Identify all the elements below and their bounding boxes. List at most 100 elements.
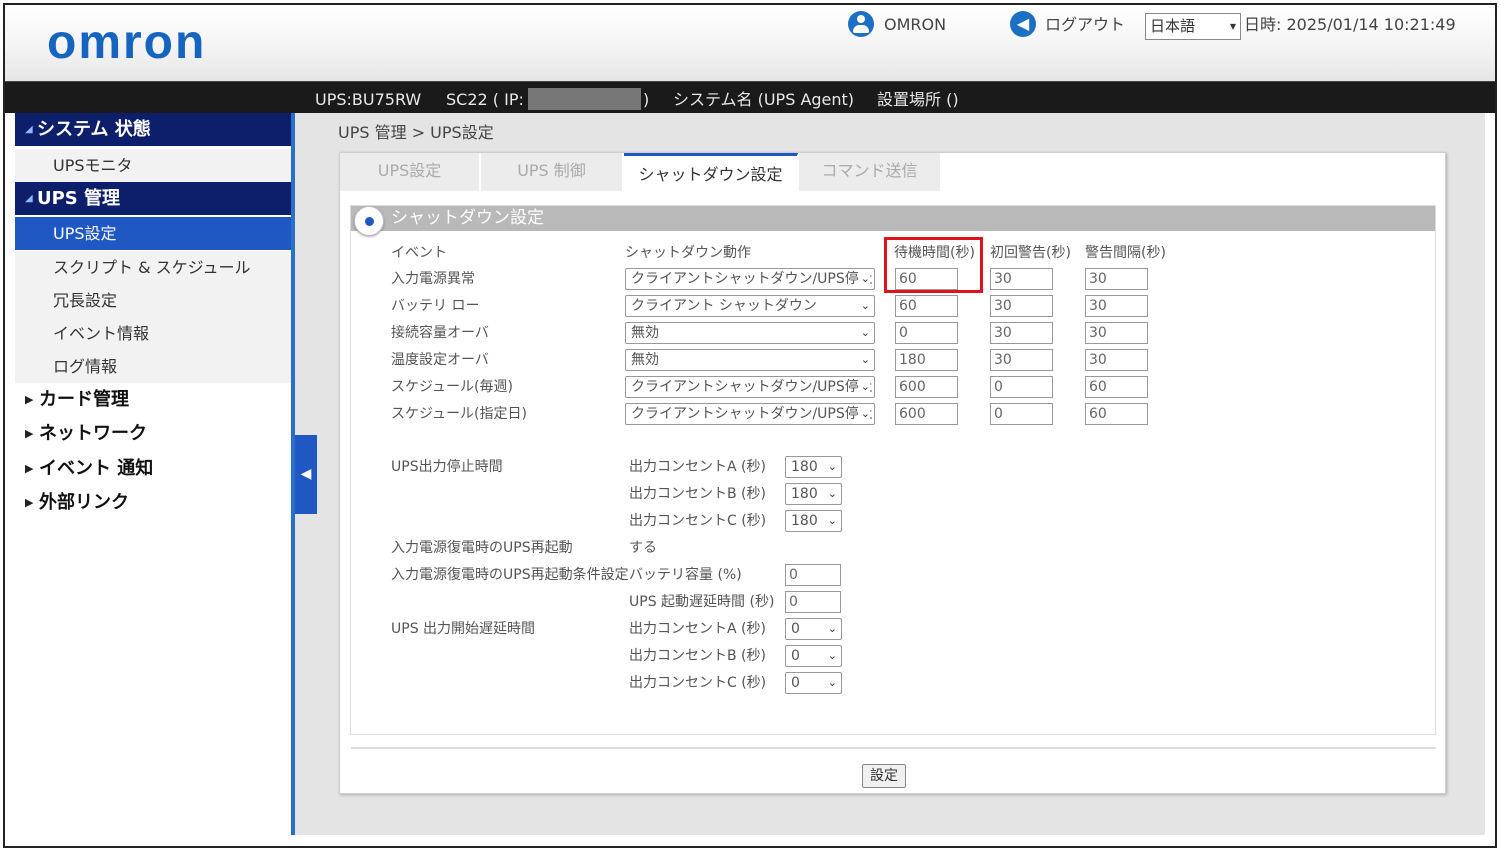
output-stop-outlet-b-select[interactable]: 180 ⌄ xyxy=(785,483,842,505)
event-label: 接続容量オーバ xyxy=(391,325,489,341)
battery-capacity-input[interactable]: 0 xyxy=(785,564,841,586)
wait-time-input[interactable]: 600 xyxy=(895,376,958,398)
event-label: 入力電源異常 xyxy=(391,271,475,287)
triangle-expanded-icon: ◢ xyxy=(25,124,33,135)
output-start-delay-label: UPS 出力開始遅延時間 xyxy=(391,621,536,637)
collapse-sidebar-button[interactable]: ◀ xyxy=(295,435,317,514)
first-warning-input[interactable]: 0 xyxy=(990,376,1053,398)
first-warning-input[interactable]: 30 xyxy=(990,349,1053,371)
warning-interval-input[interactable]: 30 xyxy=(1085,295,1148,317)
divider xyxy=(351,747,1436,749)
nav-card-management[interactable]: ▶ カード管理 xyxy=(15,383,291,416)
logout-link[interactable]: ログアウト xyxy=(1045,13,1125,37)
output-stop-outlet-a-select[interactable]: 180 ⌄ xyxy=(785,456,842,478)
warning-interval-input[interactable]: 30 xyxy=(1085,349,1148,371)
logout-icon[interactable]: ◀ xyxy=(1010,11,1036,37)
shutdown-action-select[interactable]: クライアントシャットダウン/UPS停止 ⌄ xyxy=(625,376,875,398)
ups-model: UPS:BU75RW xyxy=(315,90,422,109)
chevron-down-icon: ⌄ xyxy=(825,511,837,531)
sidebar-item-ups-settings[interactable]: UPS設定 xyxy=(15,217,291,250)
outlet-c-label: 出力コンセントC (秒) xyxy=(629,675,767,691)
outlet-a-label: 出力コンセントA (秒) xyxy=(629,459,766,475)
warning-interval-input[interactable]: 30 xyxy=(1085,322,1148,344)
wait-time-input[interactable]: 0 xyxy=(895,322,958,344)
tab-ups-settings[interactable]: UPS設定 xyxy=(340,153,480,191)
triangle-collapsed-icon: ▶ xyxy=(25,462,34,475)
wait-time-input[interactable]: 60 xyxy=(895,295,958,317)
language-value: 日本語 xyxy=(1150,17,1196,35)
warning-interval-input[interactable]: 30 xyxy=(1085,268,1148,290)
shutdown-action-select[interactable]: クライアントシャットダウン/UPS停止 ⌄ xyxy=(625,403,875,425)
chevron-down-icon: ⌄ xyxy=(858,269,870,289)
shutdown-action-select[interactable]: 無効 ⌄ xyxy=(625,349,875,371)
shutdown-action-select[interactable]: クライアントシャットダウン/UPS停止 ⌄ xyxy=(625,268,875,290)
ip-redaction xyxy=(528,88,641,110)
sidebar-item-redundancy[interactable]: 冗長設定 xyxy=(15,284,291,317)
startup-delay-label: UPS 起動遅延時間 (秒) xyxy=(629,594,775,610)
chevron-down-icon: ⌄ xyxy=(858,323,870,343)
start-delay-outlet-c-select[interactable]: 0 ⌄ xyxy=(785,672,842,694)
datetime: 日時: 2025/01/14 10:21:49 xyxy=(1244,15,1456,34)
warning-interval-input[interactable]: 60 xyxy=(1085,403,1148,425)
sidebar-item-script-schedule[interactable]: スクリプト & スケジュール xyxy=(15,251,291,284)
warning-interval-input[interactable]: 60 xyxy=(1085,376,1148,398)
bottom-margin xyxy=(5,835,1495,846)
first-warning-input[interactable]: 0 xyxy=(990,403,1053,425)
wait-time-input[interactable]: 180 xyxy=(895,349,958,371)
start-delay-outlet-b-select[interactable]: 0 ⌄ xyxy=(785,645,842,667)
sidebar-item-ups-monitor[interactable]: UPSモニタ xyxy=(15,149,291,182)
chevron-down-icon: ⌄ xyxy=(858,377,870,397)
section-title: シャットダウン設定 xyxy=(351,206,1435,231)
chevron-down-icon: ▾ xyxy=(1229,19,1236,33)
shutdown-action-select[interactable]: 無効 ⌄ xyxy=(625,322,875,344)
wait-time-input[interactable]: 600 xyxy=(895,403,958,425)
first-warning-input[interactable]: 30 xyxy=(990,268,1053,290)
output-stop-outlet-c-select[interactable]: 180 ⌄ xyxy=(785,510,842,532)
tab-send-command[interactable]: コマンド送信 xyxy=(799,153,941,191)
info-bar: UPS:BU75RW SC22 ( IP: ) システム名 (UPS Agent… xyxy=(5,81,1495,113)
tab-shutdown-settings[interactable]: シャットダウン設定 xyxy=(624,153,798,193)
card-ip-label: SC22 ( IP: xyxy=(446,90,524,109)
user-icon xyxy=(848,11,874,37)
nav-ups-management-label: UPS 管理 xyxy=(37,188,121,209)
section-indicator-icon xyxy=(354,206,384,236)
browser-frame: omron OMRON ◀ ログアウト 日本語 ▾ 日時: 2025/01/14… xyxy=(3,3,1497,848)
card-ip-close: ) xyxy=(643,90,650,109)
select-value: 180 xyxy=(791,486,818,502)
nav-external-links[interactable]: ▶ 外部リンク xyxy=(15,486,291,519)
col-event: イベント xyxy=(391,245,447,261)
col-warning-interval: 警告間隔(秒) xyxy=(1085,245,1166,261)
select-value: 無効 xyxy=(631,352,659,368)
first-warning-input[interactable]: 30 xyxy=(990,295,1053,317)
outlet-a-label: 出力コンセントA (秒) xyxy=(629,621,766,637)
first-warning-input[interactable]: 30 xyxy=(990,322,1053,344)
startup-delay-input[interactable]: 0 xyxy=(785,591,841,613)
breadcrumb: UPS 管理 > UPS設定 xyxy=(338,123,494,142)
nav-system-status-label: システム 状態 xyxy=(37,119,151,140)
omron-logo: omron xyxy=(47,16,207,69)
chevron-down-icon: ⌄ xyxy=(858,296,870,316)
nav-event-notification-label: イベント 通知 xyxy=(39,458,154,479)
apply-button[interactable]: 設定 xyxy=(862,764,906,788)
nav-ups-management[interactable]: ◢ UPS 管理 xyxy=(15,182,291,215)
triangle-collapsed-icon: ▶ xyxy=(25,393,34,406)
language-select[interactable]: 日本語 ▾ xyxy=(1145,13,1241,40)
chevron-down-icon: ⌄ xyxy=(825,673,837,693)
sidebar-item-event-info[interactable]: イベント情報 xyxy=(15,317,291,350)
nav-event-notification[interactable]: ▶ イベント 通知 xyxy=(15,452,291,485)
triangle-expanded-icon: ◢ xyxy=(25,193,33,204)
select-value: 180 xyxy=(791,459,818,475)
col-first-warning: 初回警告(秒) xyxy=(990,245,1071,261)
select-value: 0 xyxy=(791,648,800,664)
tab-ups-control[interactable]: UPS 制御 xyxy=(481,153,623,191)
nav-system-status[interactable]: ◢ システム 状態 xyxy=(15,113,291,146)
start-delay-outlet-a-select[interactable]: 0 ⌄ xyxy=(785,618,842,640)
nav-network[interactable]: ▶ ネットワーク xyxy=(15,417,291,450)
shutdown-action-select[interactable]: クライアント シャットダウン ⌄ xyxy=(625,295,875,317)
select-value: 180 xyxy=(791,513,818,529)
select-value: 無効 xyxy=(631,325,659,341)
sidebar-item-log-info[interactable]: ログ情報 xyxy=(15,350,291,383)
select-value: クライアントシャットダウン/UPS停止 xyxy=(631,379,873,395)
col-action: シャットダウン動作 xyxy=(625,245,751,261)
select-value: 0 xyxy=(791,621,800,637)
